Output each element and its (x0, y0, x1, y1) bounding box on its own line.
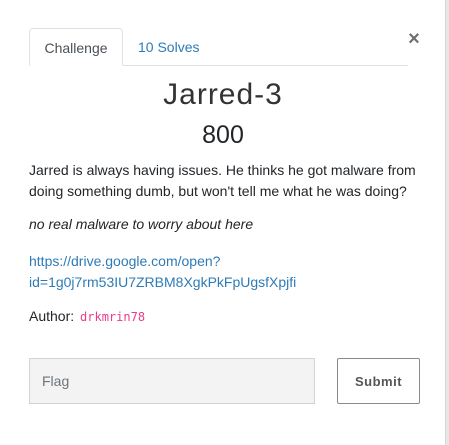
author-line: Author: drkmrin78 (29, 308, 145, 324)
tab-challenge[interactable]: Challenge (29, 28, 123, 66)
challenge-tabs: Challenge 10 Solves (29, 28, 408, 66)
challenge-modal: × Challenge 10 Solves Jarred-3 800 Jarre… (0, 0, 446, 445)
author-label: Author: (29, 308, 75, 324)
drive-link-line1: https://drive.google.com/open? (29, 253, 221, 269)
challenge-note: no real malware to worry about here (29, 216, 254, 232)
flag-input[interactable] (29, 358, 315, 404)
drive-link-line2: id=1g0j7rm53IU7ZRBM8XgkPkFpUgsfXpjfi (29, 274, 297, 290)
challenge-description: Jarred is always having issues. He think… (29, 162, 416, 199)
submit-button[interactable]: Submit (337, 358, 420, 404)
author-name: drkmrin78 (80, 310, 146, 324)
tab-solves[interactable]: 10 Solves (138, 28, 199, 65)
challenge-title: Jarred-3 (163, 78, 283, 111)
challenge-points: 800 (202, 121, 244, 149)
drive-link[interactable]: https://drive.google.com/open? id=1g0j7r… (29, 251, 329, 293)
